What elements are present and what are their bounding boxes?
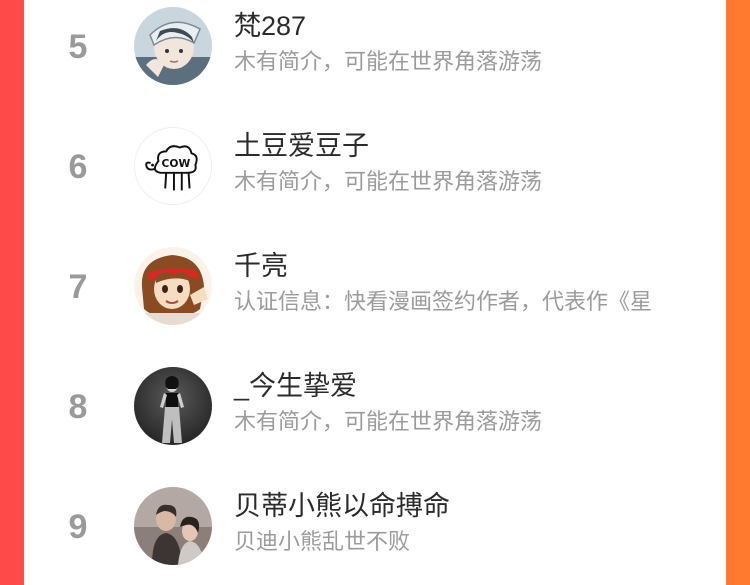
user-bio: 木有简介，可能在世界角落游荡 <box>234 49 543 74</box>
user-bio: 贝迪小熊乱世不败 <box>234 529 411 554</box>
username[interactable]: 土豆爱豆子 <box>234 128 369 164</box>
username[interactable]: 千亮 <box>234 248 288 284</box>
username[interactable]: 梵287 <box>234 8 306 44</box>
user-avatar[interactable] <box>134 487 212 565</box>
user-bio: 木有简介，可能在世界角落游荡 <box>234 169 543 194</box>
user-avatar[interactable] <box>134 247 212 325</box>
rank-number: 6 <box>68 148 88 186</box>
ranking-row-6[interactable]: 6 COW 土豆爱豆子 木有简介，可能在世界角落游荡 <box>24 120 726 220</box>
user-bio: 认证信息：快看漫画签约作者，代表作《星 <box>234 289 653 314</box>
ranking-row-5[interactable]: 5 梵287 木有简介，可能在世界角落游荡 <box>24 0 726 100</box>
username[interactable]: 贝蒂小熊以命搏命 <box>234 488 450 524</box>
user-avatar[interactable] <box>134 7 212 85</box>
rank-number: 5 <box>68 28 88 66</box>
user-avatar[interactable]: COW <box>134 127 212 205</box>
ranking-list-card: 5 梵287 木有简介，可能在世界角落游荡 6 COW 土豆爱豆子 木有简介，可… <box>24 0 726 585</box>
ranking-row-7[interactable]: 7 千亮 认证信息：快看漫画签约作者，代表作《星 <box>24 240 726 340</box>
rank-number: 9 <box>68 508 88 546</box>
user-bio: 木有简介，可能在世界角落游荡 <box>234 409 543 434</box>
svg-text:COW: COW <box>162 157 191 170</box>
username[interactable]: _今生挚爱 <box>234 368 357 404</box>
rank-number: 7 <box>68 268 88 306</box>
ranking-row-9[interactable]: 9 贝蒂小熊以命搏命 贝迪小熊乱世不败 <box>24 480 726 580</box>
rank-number: 8 <box>68 388 88 426</box>
user-avatar[interactable] <box>134 367 212 445</box>
ranking-row-8[interactable]: 8 _今生挚爱 木有简介，可能在世界角落游荡 <box>24 360 726 460</box>
